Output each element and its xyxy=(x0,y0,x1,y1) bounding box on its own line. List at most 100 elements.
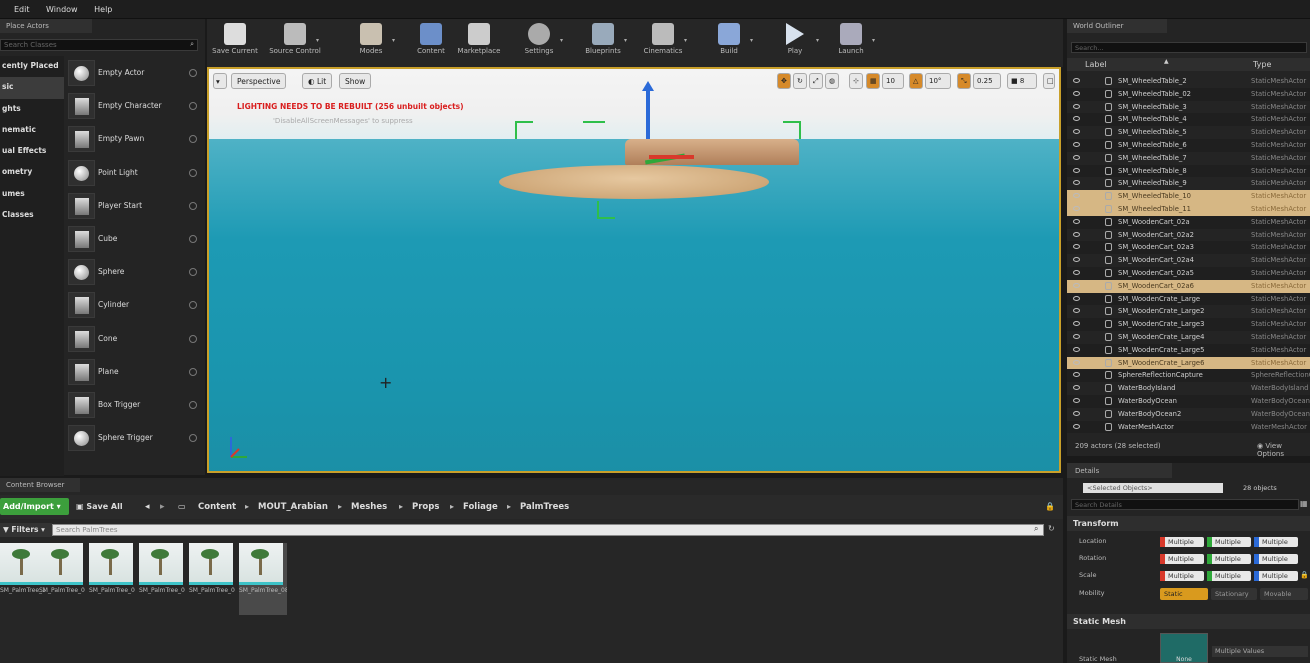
viewport-menu-button[interactable]: ▾ xyxy=(213,73,227,89)
actor-item[interactable]: Empty Character xyxy=(66,89,205,122)
eye-icon[interactable] xyxy=(1073,372,1080,378)
grid-snap-icon[interactable]: ▦ xyxy=(866,73,880,89)
eye-icon[interactable] xyxy=(1073,142,1080,147)
source-control-button[interactable]: Source Control ▾ xyxy=(269,21,321,65)
outliner-row[interactable]: SM_WheeledTable_4 StaticMeshActor xyxy=(1067,113,1310,127)
actor-item[interactable]: Cube xyxy=(66,222,205,255)
maximize-icon[interactable]: □ xyxy=(1043,73,1055,89)
info-icon[interactable] xyxy=(189,434,197,443)
world-local-icon[interactable]: ◍ xyxy=(825,73,839,89)
static-mesh-thumbnail[interactable]: None xyxy=(1160,633,1208,663)
breadcrumb-mout-arabian[interactable]: MOUT_Arabian xyxy=(258,502,328,512)
outliner-row[interactable]: SM_WheeledTable_7 StaticMeshActor xyxy=(1067,152,1310,165)
place-actors-search[interactable]: Search Classes ⌕ xyxy=(0,39,198,51)
content-browser-tab[interactable]: Content Browser xyxy=(0,478,80,492)
cinematics-button[interactable]: Cinematics ▾ xyxy=(637,21,689,65)
eye-icon[interactable] xyxy=(1073,218,1080,224)
actor-item[interactable]: Point Light xyxy=(66,156,205,189)
eye-icon[interactable] xyxy=(1073,295,1080,301)
details-search[interactable]: Search Details xyxy=(1071,499,1299,510)
location-x-field[interactable]: Multiple xyxy=(1160,537,1204,547)
label-column-header[interactable]: Label xyxy=(1085,60,1107,69)
outliner-row[interactable]: SM_WoodenCrate_Large5 StaticMeshActor xyxy=(1067,343,1310,357)
scale-snap-icon[interactable]: ⤡ xyxy=(957,73,971,89)
selected-objects-field[interactable]: <Selected Objects> xyxy=(1083,483,1223,493)
eye-icon[interactable] xyxy=(1073,334,1080,339)
category-volumes[interactable]: umes xyxy=(0,184,64,205)
actor-item[interactable]: Empty Pawn xyxy=(66,122,205,155)
breadcrumb-meshes[interactable]: Meshes xyxy=(351,502,387,512)
settings-button[interactable]: Settings ▾ xyxy=(513,21,565,65)
actor-item[interactable]: Player Start xyxy=(66,189,205,222)
asset-tile[interactable]: SM_PalmTree_04 xyxy=(89,543,135,615)
actor-item[interactable]: Plane xyxy=(66,355,205,388)
eye-icon[interactable] xyxy=(1073,308,1080,314)
info-icon[interactable] xyxy=(189,400,197,409)
outliner-row[interactable]: SM_WheeledTable_3 StaticMeshActor xyxy=(1067,101,1310,114)
outliner-row[interactable]: SM_WheeledTable_9 StaticMeshActor xyxy=(1067,177,1310,190)
static-mesh-section[interactable]: Static Mesh xyxy=(1067,614,1310,629)
outliner-row[interactable]: SM_WoodenCart_02a5 StaticMeshActor xyxy=(1067,267,1310,280)
outliner-row[interactable]: WaterBodyOcean2 WaterBodyOcean xyxy=(1067,408,1310,421)
content-button[interactable]: Content xyxy=(405,21,457,65)
menu-edit[interactable]: Edit xyxy=(14,5,30,14)
info-icon[interactable] xyxy=(189,135,197,144)
eye-icon[interactable] xyxy=(1073,206,1080,211)
breadcrumb-foliage[interactable]: Foliage xyxy=(463,502,498,512)
launch-button[interactable]: Launch ▾ xyxy=(825,21,877,65)
lit-button[interactable]: ◐ Lit xyxy=(302,73,333,89)
eye-icon[interactable] xyxy=(1073,180,1080,186)
location-z-field[interactable]: Multiple xyxy=(1254,537,1298,547)
category-cinematic[interactable]: nematic xyxy=(0,120,64,141)
outliner-row[interactable]: SM_WheeledTable_02 StaticMeshActor xyxy=(1067,87,1310,101)
eye-icon[interactable] xyxy=(1073,78,1080,83)
outliner-row[interactable]: SM_WoodenCart_02a4 StaticMeshActor xyxy=(1067,254,1310,267)
eye-icon[interactable] xyxy=(1073,398,1080,403)
mobility-static-button[interactable]: Static xyxy=(1160,588,1208,600)
outliner-row[interactable]: SM_WoodenCart_02a3 StaticMeshActor xyxy=(1067,241,1310,255)
menu-window[interactable]: Window xyxy=(46,5,78,14)
outliner-row[interactable]: SM_WheeledTable_10 StaticMeshActor xyxy=(1067,190,1310,203)
category-visual-effects[interactable]: ual Effects xyxy=(0,141,64,162)
eye-icon[interactable] xyxy=(1073,193,1080,199)
eye-icon[interactable] xyxy=(1073,231,1080,237)
transform-gizmo-x[interactable] xyxy=(649,155,694,159)
category-lights[interactable]: ghts xyxy=(0,99,64,120)
eye-icon[interactable] xyxy=(1073,129,1080,135)
play-button[interactable]: Play ▾ xyxy=(769,21,821,65)
breadcrumb-props[interactable]: Props xyxy=(412,502,439,512)
info-icon[interactable] xyxy=(189,69,197,77)
actor-item[interactable]: Sphere xyxy=(66,255,205,288)
actor-item[interactable]: Cone xyxy=(66,322,205,355)
breadcrumb-palmtrees[interactable]: PalmTrees xyxy=(520,502,569,512)
build-button[interactable]: Build ▾ xyxy=(703,21,755,65)
surface-snap-icon[interactable]: ⊹ xyxy=(849,73,863,89)
scale-x-field[interactable]: Multiple xyxy=(1160,571,1204,581)
filters-button[interactable]: ▼ Filters ▾ xyxy=(0,523,52,537)
outliner-row[interactable]: SM_WheeledTable_11 StaticMeshActor xyxy=(1067,203,1310,216)
info-icon[interactable] xyxy=(189,301,197,310)
rotation-y-field[interactable]: Multiple xyxy=(1207,554,1251,564)
lock-icon[interactable]: 🔒 xyxy=(1300,571,1309,579)
show-button[interactable]: Show xyxy=(339,73,372,89)
category-recently-placed[interactable]: cently Placed xyxy=(0,56,64,77)
scale-tool-icon[interactable]: ⤢ xyxy=(809,73,823,89)
outliner-row[interactable]: SM_WheeledTable_8 StaticMeshActor xyxy=(1067,164,1310,178)
actor-item[interactable]: Cylinder xyxy=(66,288,205,321)
static-mesh-dropdown[interactable]: Multiple Values xyxy=(1212,646,1308,657)
transform-section[interactable]: Transform xyxy=(1067,516,1310,531)
outliner-search[interactable]: Search... xyxy=(1071,42,1307,53)
type-column-header[interactable]: Type xyxy=(1253,60,1271,69)
history-icon[interactable]: ↻ xyxy=(1048,524,1055,533)
save-current-button[interactable]: Save Current xyxy=(209,21,261,65)
outliner-row[interactable]: SM_WoodenCart_02a2 StaticMeshActor xyxy=(1067,229,1310,242)
outliner-row[interactable]: SM_WoodenCart_02a StaticMeshActor xyxy=(1067,215,1310,229)
forward-arrow-icon[interactable]: ▸ xyxy=(160,502,165,512)
eye-icon[interactable] xyxy=(1073,270,1080,275)
asset-tile[interactable]: SM_PalmTree_07 xyxy=(189,543,235,615)
outliner-row[interactable]: WaterBodyOcean WaterBodyOcean xyxy=(1067,395,1310,408)
eye-icon[interactable] xyxy=(1073,103,1080,109)
content-search[interactable]: Search PalmTrees xyxy=(52,524,1044,536)
camera-speed[interactable]: ■ 8 xyxy=(1007,73,1037,89)
category-geometry[interactable]: ometry xyxy=(0,162,64,183)
